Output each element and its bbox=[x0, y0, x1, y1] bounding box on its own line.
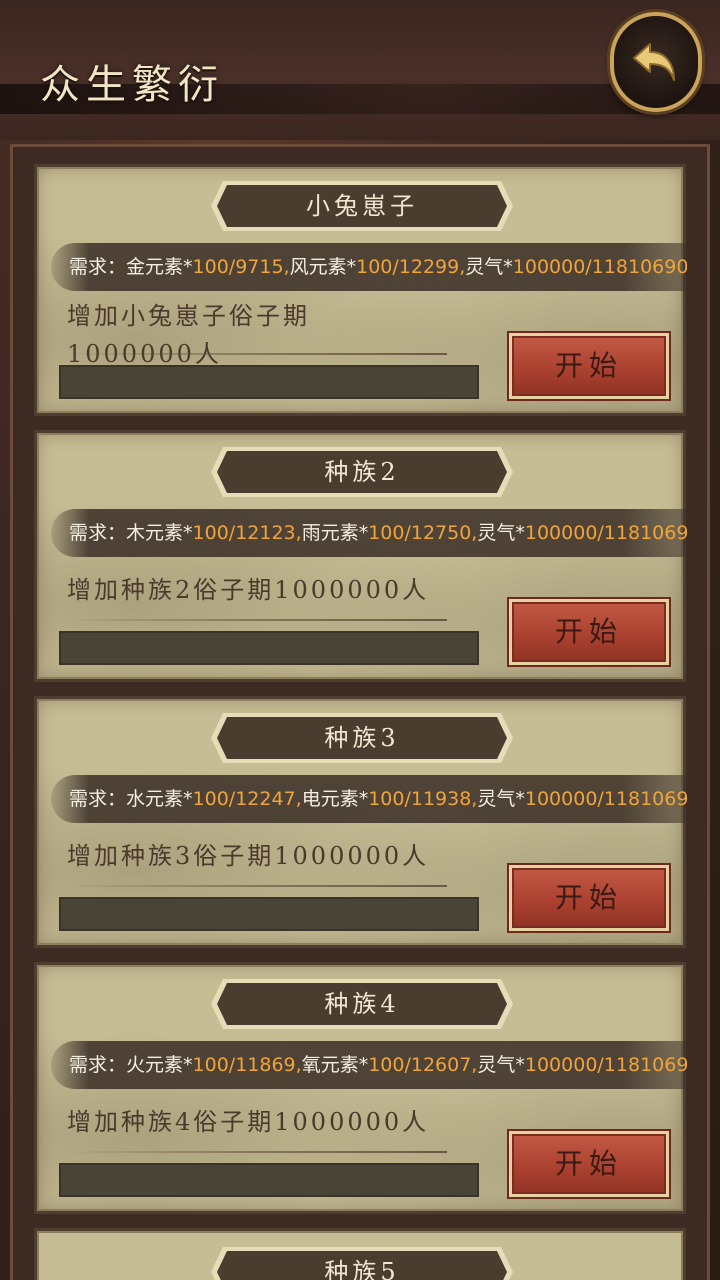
requirement-item-amount: 100000/1181069095 bbox=[524, 522, 687, 544]
requirement-item-name: 风元素* bbox=[289, 256, 357, 278]
card-title-plate: 小兔崽子 bbox=[209, 177, 515, 235]
requirement-text: 需求：金元素*100/9715,风元素*100/12299,灵气*100000/… bbox=[69, 243, 687, 291]
species-card: 种族2 需求：木元素*100/12123,雨元素*100/12750,灵气*10… bbox=[34, 430, 687, 682]
requirement-strip: 需求：金元素*100/9715,风元素*100/12299,灵气*100000/… bbox=[51, 243, 687, 291]
card-title-plate: 种族3 bbox=[209, 709, 515, 767]
species-card: 种族4 需求：火元素*100/11869,氧元素*100/12607,灵气*10… bbox=[34, 962, 687, 1214]
requirement-item-amount: 100/12750, bbox=[368, 522, 478, 544]
start-button[interactable]: 开始 bbox=[509, 865, 669, 931]
requirement-label: 需求： bbox=[69, 788, 127, 810]
requirement-item-amount: 100/11869, bbox=[192, 1054, 302, 1076]
requirement-text: 需求：火元素*100/11869,氧元素*100/12607,灵气*100000… bbox=[69, 1041, 687, 1089]
page-title: 众生繁衍 bbox=[40, 62, 224, 108]
species-card: 小兔崽子 需求：金元素*100/9715,风元素*100/12299,灵气*10… bbox=[34, 164, 687, 416]
start-button[interactable]: 开始 bbox=[509, 1131, 669, 1197]
card-description: 增加种族4俗子期1000000人 bbox=[67, 1108, 430, 1136]
requirement-item-name: 木元素* bbox=[126, 522, 193, 544]
requirement-label: 需求： bbox=[69, 1054, 127, 1076]
start-button-label: 开始 bbox=[554, 1147, 623, 1180]
requirement-item-name: 雨元素* bbox=[301, 522, 369, 544]
requirement-item-amount: 100/12607, bbox=[368, 1054, 478, 1076]
divider bbox=[67, 885, 447, 887]
start-button-label: 开始 bbox=[554, 615, 623, 648]
requirement-item-amount: 100000/1181069095 bbox=[524, 1054, 687, 1076]
species-card-partial: 种族5 bbox=[34, 1228, 686, 1280]
card-title: 种族2 bbox=[324, 458, 400, 486]
requirement-text: 需求：木元素*100/12123,雨元素*100/12750,灵气*100000… bbox=[69, 509, 687, 557]
start-button[interactable]: 开始 bbox=[509, 599, 669, 665]
card-title: 小兔崽子 bbox=[306, 192, 418, 220]
species-card: 种族3 需求：水元素*100/12247,电元素*100/11938,灵气*10… bbox=[34, 696, 687, 948]
requirement-item-amount: 100/12123, bbox=[192, 522, 302, 544]
progress-bar bbox=[59, 631, 479, 665]
card-description: 增加种族3俗子期1000000人 bbox=[67, 842, 430, 870]
requirement-item-name: 灵气* bbox=[465, 256, 513, 278]
divider bbox=[67, 619, 447, 621]
requirement-item-amount: 100/9715, bbox=[192, 256, 290, 278]
requirement-label: 需求： bbox=[69, 522, 127, 544]
requirement-item-name: 火元素* bbox=[126, 1054, 193, 1076]
requirement-item-name: 灵气* bbox=[477, 788, 525, 810]
requirement-item-amount: 100000/1181069095 bbox=[524, 788, 687, 810]
requirement-label: 需求： bbox=[69, 256, 127, 278]
start-button-label: 开始 bbox=[554, 349, 623, 382]
card-title: 种族3 bbox=[324, 724, 400, 752]
requirement-item-amount: 100000/1181069095 bbox=[512, 256, 687, 278]
requirement-item-amount: 100/12247, bbox=[192, 788, 302, 810]
requirement-item-name: 电元素* bbox=[301, 788, 369, 810]
page: 众生繁衍 小兔崽子 需求：金元素*100/9715,风元素*100/12299,… bbox=[0, 0, 720, 1280]
card-title-plate: 种族4 bbox=[209, 975, 515, 1033]
requirement-strip: 需求：水元素*100/12247,电元素*100/11938,灵气*100000… bbox=[51, 775, 687, 823]
start-button[interactable]: 开始 bbox=[509, 333, 669, 399]
progress-bar bbox=[59, 897, 479, 931]
divider bbox=[67, 1151, 447, 1153]
requirement-item-name: 金元素* bbox=[126, 256, 193, 278]
requirement-strip: 需求：火元素*100/11869,氧元素*100/12607,灵气*100000… bbox=[51, 1041, 687, 1089]
requirement-item-amount: 100/11938, bbox=[368, 788, 478, 810]
requirement-item-amount: 100/12299, bbox=[356, 256, 466, 278]
card-title: 种族5 bbox=[324, 1258, 400, 1280]
card-title-plate: 种族2 bbox=[209, 443, 515, 501]
requirement-item-name: 水元素* bbox=[126, 788, 193, 810]
card-description: 增加种族2俗子期1000000人 bbox=[67, 576, 430, 604]
progress-bar bbox=[59, 1163, 479, 1197]
requirement-text: 需求：水元素*100/12247,电元素*100/11938,灵气*100000… bbox=[69, 775, 687, 823]
requirement-item-name: 灵气* bbox=[477, 522, 525, 544]
progress-bar bbox=[59, 365, 479, 399]
card-description: 增加小兔崽子俗子期1000000人 bbox=[67, 302, 310, 368]
requirement-item-name: 氧元素* bbox=[301, 1054, 369, 1076]
divider bbox=[67, 353, 447, 355]
card-title-plate: 种族5 bbox=[209, 1243, 515, 1280]
requirement-strip: 需求：木元素*100/12123,雨元素*100/12750,灵气*100000… bbox=[51, 509, 687, 557]
back-button[interactable] bbox=[610, 12, 702, 112]
card-title: 种族4 bbox=[324, 990, 400, 1018]
requirement-item-name: 灵气* bbox=[477, 1054, 525, 1076]
start-button-label: 开始 bbox=[554, 881, 623, 914]
back-arrow-icon bbox=[633, 43, 675, 81]
